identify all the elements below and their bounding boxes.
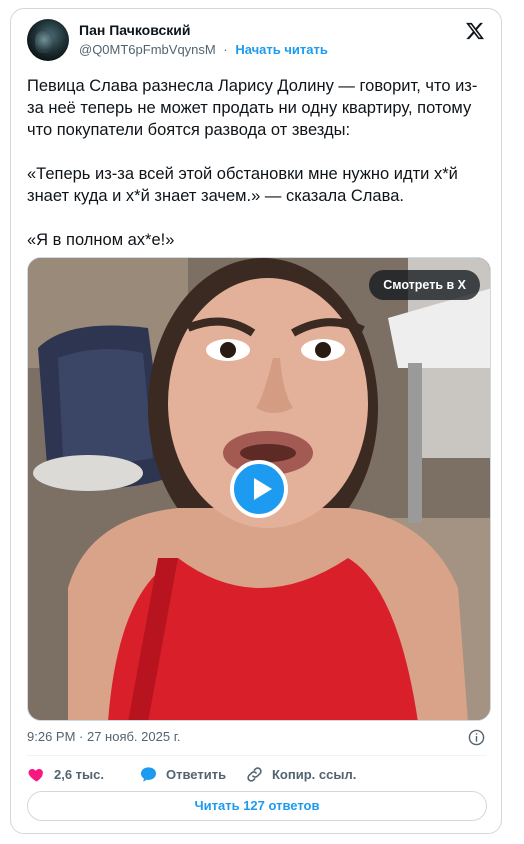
x-logo-icon[interactable] (465, 21, 485, 41)
tweet-card[interactable]: Пан Пачковский @Q0MT6pFmbVqynsM · Начать… (10, 8, 502, 834)
video-player[interactable]: Смотреть в X (27, 257, 491, 721)
reply-bubble-icon (140, 767, 157, 782)
timestamp[interactable]: 9:26 PM · 27 нояб. 2025 г. (27, 729, 180, 744)
avatar[interactable] (27, 19, 69, 61)
author-name[interactable]: Пан Пачковский (79, 22, 190, 38)
divider (27, 755, 487, 756)
copy-link-label: Копир. ссыл. (272, 767, 357, 782)
tweet-paragraph: Певица Слава разнесла Ларису Долину — го… (27, 77, 478, 139)
follow-button[interactable]: Начать читать (235, 42, 328, 57)
tweet-paragraph: «Теперь из-за всей этой обстановки мне н… (27, 165, 458, 205)
author-handle[interactable]: @Q0MT6pFmbVqynsM (79, 42, 216, 57)
link-icon (247, 767, 262, 782)
tweet-text: Певица Слава разнесла Ларису Долину — го… (27, 75, 487, 251)
read-replies-button[interactable]: Читать 127 ответов (27, 791, 487, 821)
separator: · (223, 42, 228, 57)
reply-label: Ответить (166, 767, 227, 782)
like-button[interactable]: 2,6 тыс. (27, 765, 104, 784)
heart-icon (28, 768, 43, 782)
like-count: 2,6 тыс. (54, 767, 104, 782)
copy-link-button[interactable]: Копир. ссыл. (245, 765, 356, 784)
watch-on-x-button[interactable]: Смотреть в X (369, 270, 480, 300)
author-handle-line: @Q0MT6pFmbVqynsM · Начать читать (79, 42, 328, 57)
info-icon[interactable] (468, 729, 485, 746)
tweet-paragraph: «Я в полном ах*е!» (27, 231, 175, 249)
reply-button[interactable]: Ответить (139, 765, 226, 784)
play-icon[interactable] (230, 460, 288, 518)
